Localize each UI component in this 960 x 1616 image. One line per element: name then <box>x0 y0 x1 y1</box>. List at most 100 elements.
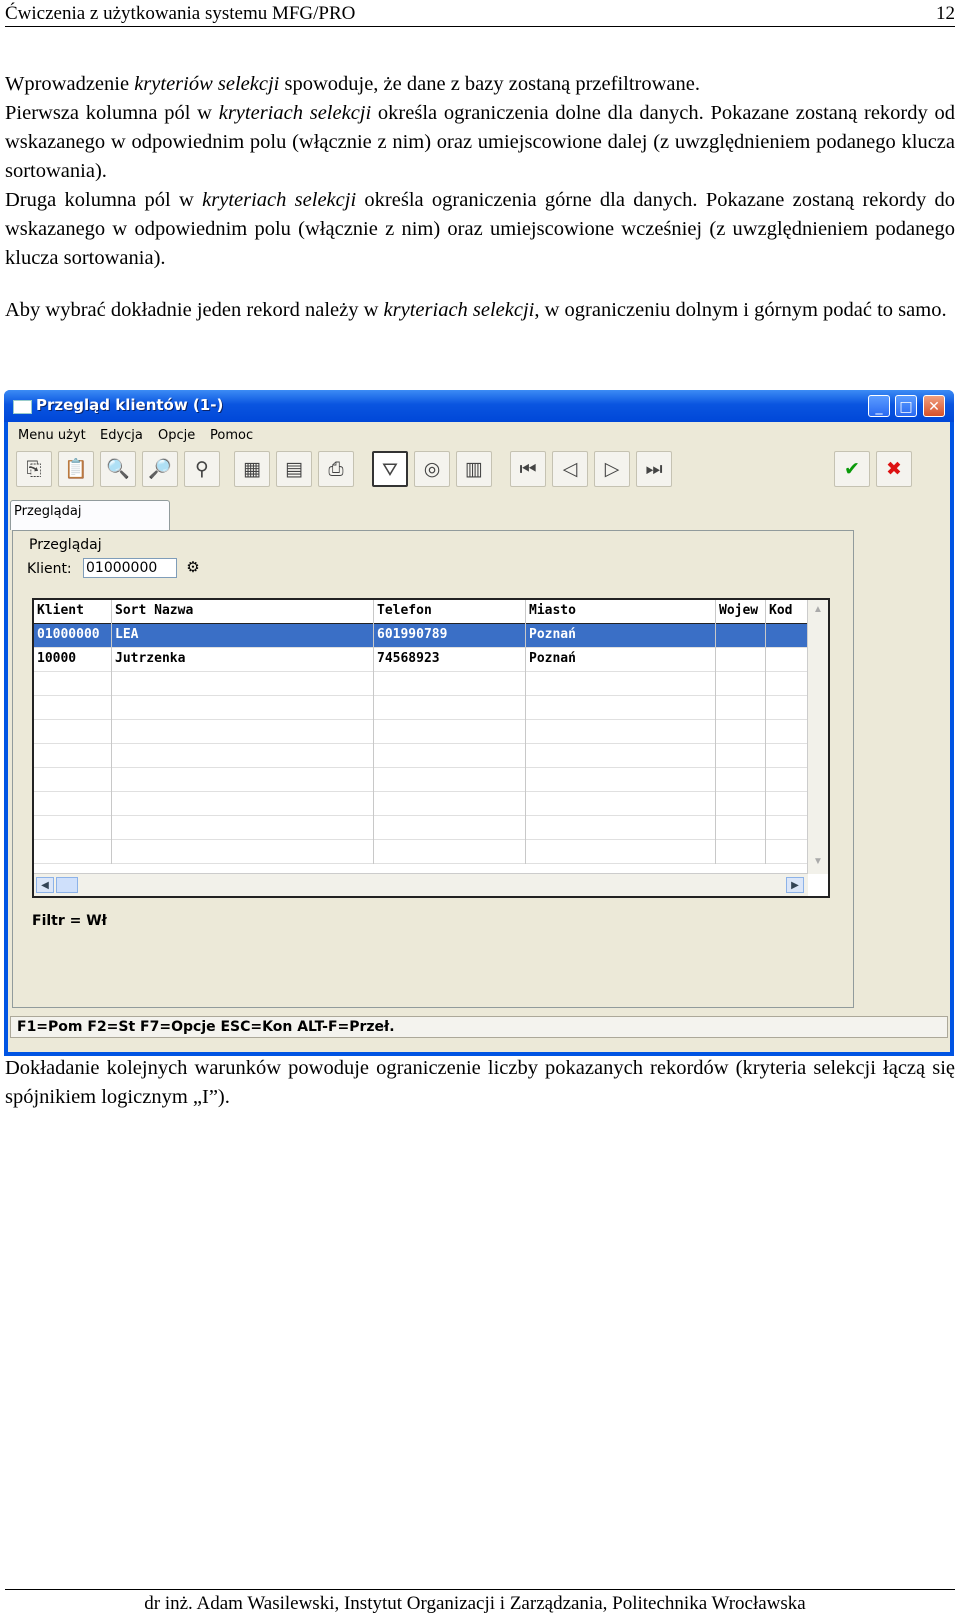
toolbar: ⎘ 📋 🔍 🔎 ⚲ ▦ ▤ ⎙ ⛛ ◎ ▥ ⏮ ◁ ▷ ⏭ ✔ ✖ <box>8 448 950 488</box>
find-icon[interactable]: 🔍 <box>100 451 136 487</box>
table-cell <box>766 648 808 672</box>
table-row[interactable] <box>34 792 808 816</box>
table-cell <box>374 792 526 816</box>
table-cell: Jutrzenka <box>112 648 374 672</box>
first-record-icon[interactable]: ⏮ <box>510 451 546 487</box>
table-cell: 01000000 <box>34 624 112 648</box>
column-header: Wojew <box>716 600 766 624</box>
menu-menu-uzyt[interactable]: Menu użyt <box>18 428 86 443</box>
horizontal-scrollbar[interactable]: ◀ ▶ <box>34 873 808 896</box>
scroll-thumb[interactable] <box>56 877 78 893</box>
column-header: Telefon <box>374 600 526 624</box>
table-cell <box>526 840 716 864</box>
cancel-icon[interactable]: ✖ <box>876 451 912 487</box>
menu-bar: Menu użyt Edycja Opcje Pomoc <box>8 422 950 446</box>
close-button[interactable]: ✕ <box>923 395 945 417</box>
table-cell <box>112 720 374 744</box>
footer-text: dr inż. Adam Wasilewski, Instytut Organi… <box>144 1593 806 1614</box>
binoculars-icon[interactable]: ◎ <box>414 451 450 487</box>
table-row[interactable]: 10000 Jutrzenka 74568923 Poznań <box>34 648 808 672</box>
table-cell <box>716 648 766 672</box>
table-cell <box>766 696 808 720</box>
table-cell <box>766 672 808 696</box>
vertical-scrollbar[interactable]: ▲ ▼ <box>807 600 828 874</box>
table-cell <box>766 768 808 792</box>
outro-text: Dokładanie kolejnych warunków powoduje o… <box>5 1054 955 1112</box>
table-cell <box>716 696 766 720</box>
menu-pomoc[interactable]: Pomoc <box>210 428 253 443</box>
table-cell <box>34 744 112 768</box>
table-cell <box>34 768 112 792</box>
menu-opcje[interactable]: Opcje <box>158 428 195 443</box>
table-cell <box>374 744 526 768</box>
table-row[interactable] <box>34 768 808 792</box>
minimize-button[interactable]: _ <box>868 395 890 417</box>
tab-strip: Przeglądaj <box>8 496 950 530</box>
scroll-up-icon[interactable]: ▲ <box>810 602 826 618</box>
copy-icon[interactable]: ⎘ <box>16 451 52 487</box>
next-record-icon[interactable]: ▷ <box>594 451 630 487</box>
klient-input[interactable]: 01000000 <box>83 558 177 578</box>
scroll-down-icon[interactable]: ▼ <box>810 854 826 870</box>
table-row[interactable] <box>34 672 808 696</box>
app-window: Przegląd klientów (1-) _ □ ✕ Menu użyt E… <box>4 390 954 1056</box>
table-row[interactable]: 01000000 LEA 601990789 Poznań <box>34 624 808 648</box>
table-cell <box>526 720 716 744</box>
table-cell <box>34 672 112 696</box>
window-client: Menu użyt Edycja Opcje Pomoc ⎘ 📋 🔍 🔎 ⚲ ▦… <box>8 422 950 1052</box>
table-cell <box>112 792 374 816</box>
table-cell <box>716 840 766 864</box>
table-cell <box>34 840 112 864</box>
ok-icon[interactable]: ✔ <box>834 451 870 487</box>
find-prev-icon[interactable]: ⚲ <box>184 451 220 487</box>
text-run: Wprowadzenie <box>5 73 135 95</box>
table-cell <box>716 816 766 840</box>
table-cell <box>716 792 766 816</box>
page-footer: dr inż. Adam Wasilewski, Instytut Organi… <box>5 1589 955 1615</box>
table-row[interactable] <box>34 720 808 744</box>
table-cell <box>34 720 112 744</box>
table-cell: 74568923 <box>374 648 526 672</box>
table-header: Klient Sort Nazwa Telefon Miasto Wojew Kod <box>34 600 808 624</box>
text-run: Druga kolumna pól w <box>5 189 203 211</box>
paste-icon[interactable]: 📋 <box>58 451 94 487</box>
maximize-button[interactable]: □ <box>895 395 917 417</box>
last-record-icon[interactable]: ⏭ <box>636 451 672 487</box>
intro-paragraph-1: Wprowadzenie kryteriów selekcji spowoduj… <box>5 70 955 99</box>
results-table: Klient Sort Nazwa Telefon Miasto Wojew Kod 010… <box>32 598 830 898</box>
table-row[interactable] <box>34 696 808 720</box>
scroll-left-icon[interactable]: ◀ <box>36 877 54 893</box>
table-cell <box>374 840 526 864</box>
table-cell <box>766 816 808 840</box>
emphasis-text: kryteriach selekcji <box>218 102 372 124</box>
table-row[interactable] <box>34 840 808 864</box>
table-cell <box>112 744 374 768</box>
print-icon[interactable]: ⎙ <box>318 451 354 487</box>
table-cell <box>526 672 716 696</box>
menu-edycja[interactable]: Edycja <box>100 428 143 443</box>
calendar-icon[interactable]: ▤ <box>276 451 312 487</box>
table-row[interactable] <box>34 744 808 768</box>
table-cell <box>112 768 374 792</box>
table-cell <box>766 744 808 768</box>
tab-przegladaj[interactable]: Przeglądaj <box>10 500 170 530</box>
status-bar: F1=Pom F2=St F7=Opcje ESC=Kon ALT-F=Prze… <box>10 1016 948 1038</box>
filter-icon[interactable]: ⛛ <box>372 451 408 487</box>
table-cell: 10000 <box>34 648 112 672</box>
table-cell <box>374 672 526 696</box>
find-next-icon[interactable]: 🔎 <box>142 451 178 487</box>
title-bar[interactable]: Przegląd klientów (1-) _ □ ✕ <box>4 390 954 422</box>
table-cell: Poznań <box>526 624 716 648</box>
prev-record-icon[interactable]: ◁ <box>552 451 588 487</box>
lookup-icon[interactable]: ⚙ <box>179 558 207 578</box>
table-cell <box>526 768 716 792</box>
calculator-icon[interactable]: ▦ <box>234 451 270 487</box>
browse-panel: Przeglądaj Klient: 01000000 ⚙ Klient Sort… <box>12 530 854 1008</box>
table-row[interactable] <box>34 816 808 840</box>
scroll-right-icon[interactable]: ▶ <box>786 877 804 893</box>
page-number: 12 <box>936 3 955 24</box>
chart-icon[interactable]: ▥ <box>456 451 492 487</box>
table-cell <box>766 792 808 816</box>
intro-text-2: Aby wybrać dokładnie jeden rekord należy… <box>5 296 955 325</box>
table-cell <box>34 792 112 816</box>
